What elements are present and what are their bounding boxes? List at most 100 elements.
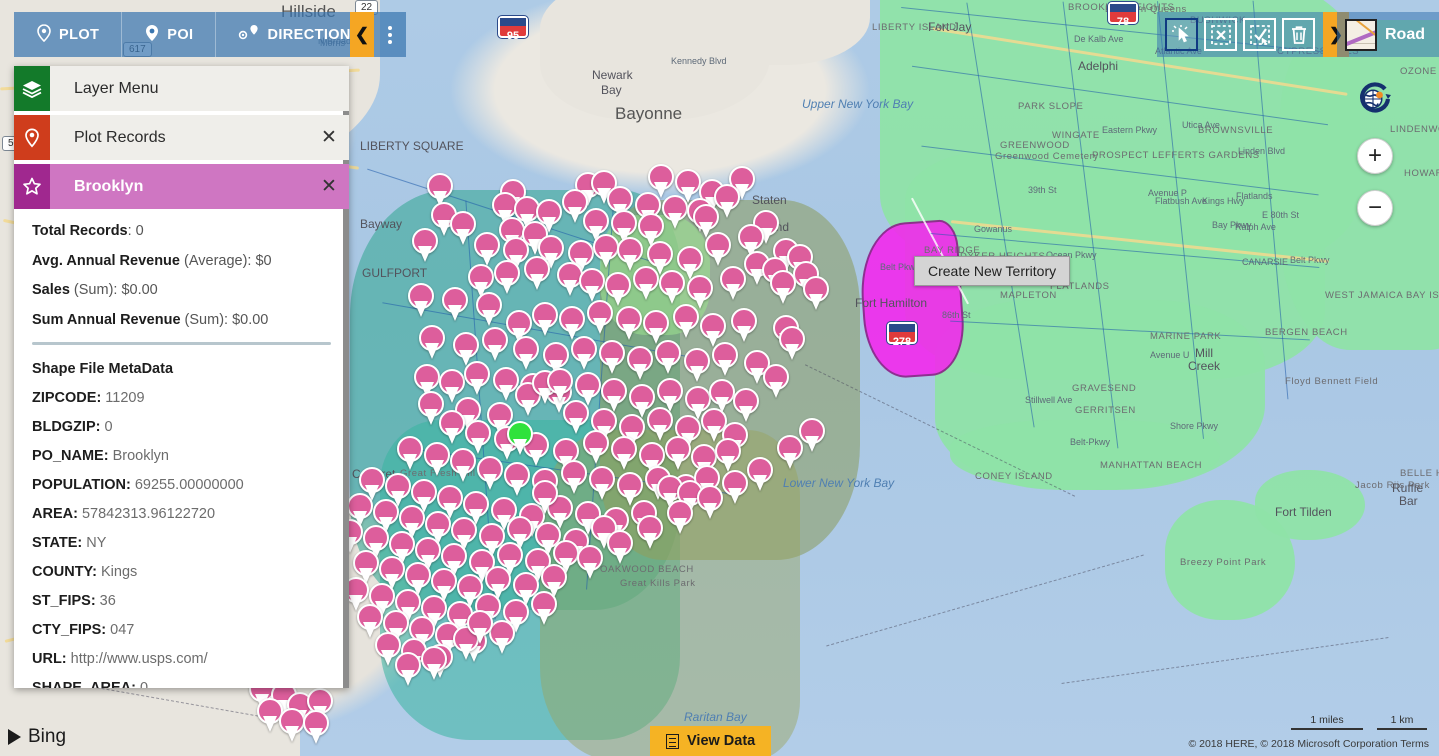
map-pin[interactable] (476, 292, 502, 326)
map-pin[interactable] (627, 346, 653, 380)
map-pin[interactable] (532, 480, 558, 514)
map-pin[interactable] (720, 266, 746, 300)
map-pin[interactable] (547, 368, 573, 402)
map-pin[interactable] (593, 234, 619, 268)
collapse-left-panel-button[interactable]: ❮ (350, 12, 374, 57)
map-pin[interactable] (412, 228, 438, 262)
map-pin[interactable] (599, 340, 625, 374)
pin-tail (776, 288, 790, 304)
map-pin[interactable] (439, 410, 465, 444)
bing-logo[interactable]: Bing (8, 726, 66, 748)
map-dashed-boundary (1061, 637, 1389, 684)
metadata-key: ZIPCODE: (32, 389, 102, 406)
map-pin[interactable] (637, 515, 663, 549)
map-pin[interactable] (532, 302, 558, 336)
map-pin[interactable] (731, 308, 757, 342)
clear-selection-tool-button[interactable] (1204, 18, 1237, 51)
map-pin[interactable] (662, 195, 688, 229)
map-pin[interactable] (421, 646, 447, 680)
select-tool-button[interactable] (1165, 18, 1198, 51)
map-pin[interactable] (601, 378, 627, 412)
scale-km-bar (1377, 728, 1427, 730)
territory-green[interactable] (1280, 20, 1439, 350)
map-pin[interactable] (279, 708, 305, 742)
map-pin[interactable] (450, 211, 476, 245)
map-pin[interactable] (589, 466, 615, 500)
map-pin[interactable] (531, 591, 557, 625)
map-pin[interactable] (559, 306, 585, 340)
zoom-out-button[interactable]: − (1357, 190, 1393, 226)
panel-row-plot-records[interactable]: Plot Records ✕ (14, 115, 349, 160)
select-all-tool-button[interactable] (1243, 18, 1276, 51)
map-pin[interactable] (655, 340, 681, 374)
map-pin[interactable] (424, 442, 450, 476)
map-pin[interactable] (395, 652, 421, 686)
panel-row-brooklyn[interactable]: Brooklyn ✕ (14, 164, 349, 209)
delete-tool-button[interactable] (1282, 18, 1315, 51)
map-pin[interactable] (667, 500, 693, 534)
toolbar-item-plot[interactable]: PLOT (14, 12, 123, 57)
close-icon[interactable]: ✕ (309, 164, 349, 209)
map-pin[interactable] (303, 710, 329, 744)
map-pin-highlighted[interactable] (507, 421, 533, 455)
create-territory-tooltip: Create New Territory (914, 256, 1071, 286)
map-pin[interactable] (611, 436, 637, 470)
map-pin[interactable] (665, 436, 691, 470)
metadata-row: BLDGZIP: 0 (32, 419, 331, 435)
map-pin[interactable] (397, 436, 423, 470)
toolbar-overflow-menu[interactable] (374, 12, 406, 57)
map-pin[interactable] (482, 327, 508, 361)
map-pin[interactable] (577, 545, 603, 579)
map-pin[interactable] (442, 287, 468, 321)
map-pin[interactable] (643, 310, 669, 344)
map-attribution[interactable]: © 2018 HERE, © 2018 Microsoft Corporatio… (1188, 738, 1429, 750)
map-pin[interactable] (705, 232, 731, 266)
map-pin[interactable] (563, 400, 589, 434)
pin-tail (459, 644, 473, 660)
map-pin[interactable] (464, 361, 490, 395)
map-pin[interactable] (579, 268, 605, 302)
map-pin[interactable] (697, 485, 723, 519)
map-pin[interactable] (722, 470, 748, 504)
map-pin[interactable] (408, 283, 434, 317)
map-pin[interactable] (633, 266, 659, 300)
pin-tail (381, 650, 395, 666)
map-pin[interactable] (587, 300, 613, 334)
map-pin[interactable] (467, 610, 493, 644)
map-pin[interactable] (477, 456, 503, 490)
map-pin[interactable] (561, 460, 587, 494)
map-pin[interactable] (616, 306, 642, 340)
map-dashed-boundary (826, 554, 1144, 647)
map-pin[interactable] (450, 448, 476, 482)
map-pin[interactable] (607, 530, 633, 564)
territory-green[interactable] (1255, 470, 1365, 540)
map-pin[interactable] (419, 325, 445, 359)
close-icon[interactable]: ✕ (309, 115, 349, 160)
map-pin[interactable] (779, 326, 805, 360)
territory-selected-brooklyn[interactable] (856, 218, 968, 381)
map-pin[interactable] (684, 348, 710, 382)
basemap-style-button[interactable]: Road (1337, 12, 1439, 57)
map-pin[interactable] (712, 342, 738, 376)
map-pin[interactable] (673, 304, 699, 338)
map-pin[interactable] (583, 430, 609, 464)
reset-view-button[interactable] (1355, 80, 1393, 118)
map-pin[interactable] (659, 270, 685, 304)
panel-row-layer-menu[interactable]: Layer Menu (14, 66, 349, 111)
map-pin[interactable] (513, 336, 539, 370)
metadata-row: POPULATION: 69255.00000000 (32, 477, 331, 493)
map-pin[interactable] (747, 457, 773, 491)
map-pin[interactable] (763, 364, 789, 398)
map-pin[interactable] (524, 256, 550, 290)
map-pin[interactable] (494, 260, 520, 294)
view-data-button[interactable]: View Data (650, 726, 772, 756)
map-pin[interactable] (504, 462, 530, 496)
map-pin[interactable] (799, 418, 825, 452)
map-pin[interactable] (770, 270, 796, 304)
map-pin[interactable] (733, 388, 759, 422)
map-pin[interactable] (803, 276, 829, 310)
toolbar-item-poi[interactable]: POI (122, 12, 217, 57)
pin-tail (488, 345, 502, 361)
map-pin[interactable] (571, 336, 597, 370)
zoom-in-button[interactable]: + (1357, 138, 1393, 174)
